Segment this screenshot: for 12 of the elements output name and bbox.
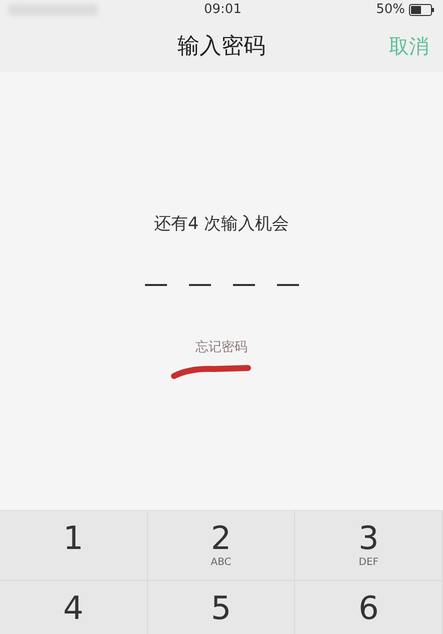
keypad-key[interactable]: 4 — [0, 581, 148, 634]
battery-percent: 50% — [376, 1, 405, 20]
forgot-password-link[interactable]: 忘记密码 — [196, 338, 248, 357]
keypad-key[interactable]: 3 DEF — [295, 511, 443, 581]
status-time: 09:01 — [204, 1, 242, 20]
keypad-key[interactable]: 2 ABC — [148, 511, 296, 581]
keypad-key[interactable]: 5 — [148, 581, 296, 634]
battery-icon — [409, 4, 435, 16]
keypad-key[interactable]: 6 — [295, 581, 443, 634]
screen-title: 输入密码 — [178, 32, 266, 60]
keypad-key[interactable]: 1 — [0, 511, 148, 581]
attempts-remaining-text: 还有4 次输入机会 — [154, 213, 290, 236]
